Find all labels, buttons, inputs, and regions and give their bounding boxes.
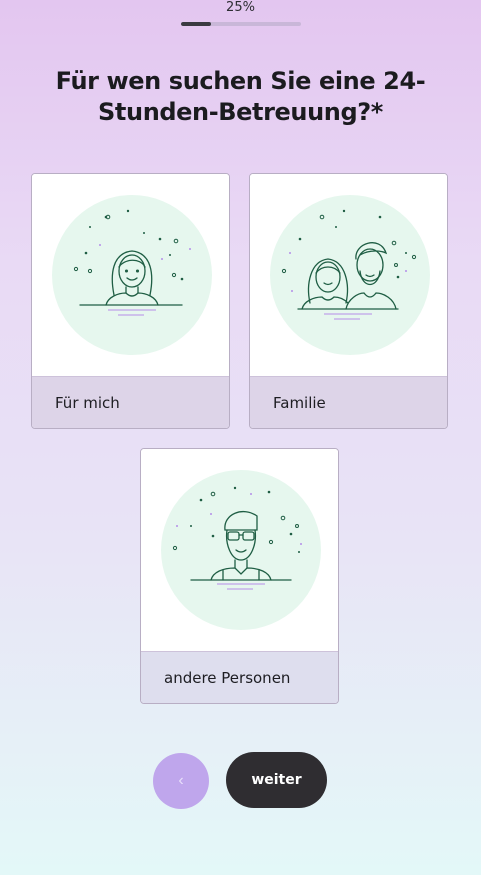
progress-percentage: 25% <box>226 0 255 15</box>
option-label: Für mich <box>32 376 229 428</box>
option-card-family[interactable]: Familie <box>249 173 448 429</box>
option-illustration <box>141 449 338 651</box>
progress-bar <box>181 22 301 26</box>
option-illustration <box>32 174 229 376</box>
option-illustration <box>250 174 447 376</box>
question-title: Für wen suchen Sie eine 24-Stunden-Betre… <box>55 67 426 126</box>
couple-portrait-icon <box>270 195 430 355</box>
next-button[interactable]: weiter <box>226 752 327 808</box>
option-card-self[interactable]: Für mich <box>31 173 230 429</box>
option-card-others[interactable]: andere Personen <box>140 448 339 704</box>
chevron-left-icon: ‹ <box>178 772 184 789</box>
man-with-glasses-portrait-icon <box>161 470 321 630</box>
progress-bar-fill <box>181 22 211 26</box>
back-button[interactable]: ‹ <box>153 753 209 809</box>
option-label: andere Personen <box>141 651 338 703</box>
option-label: Familie <box>250 376 447 428</box>
woman-portrait-icon <box>52 195 212 355</box>
